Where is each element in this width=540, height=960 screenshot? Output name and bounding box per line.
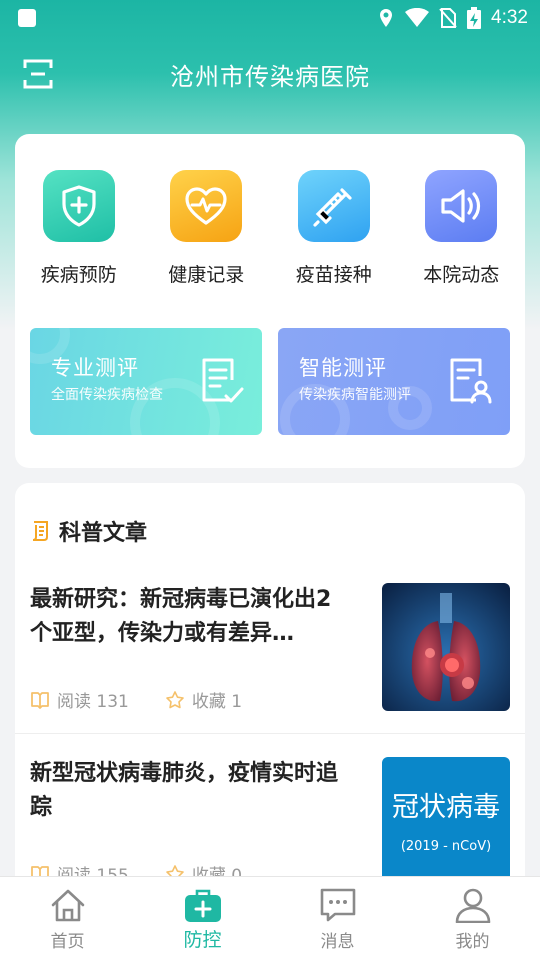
lung-virus-image bbox=[382, 583, 510, 711]
article-title: 最新研究：新冠病毒已演化出2 个亚型，传染力或有差异… bbox=[30, 587, 332, 646]
nav-label: 防控 bbox=[183, 929, 222, 951]
quick-health-records[interactable]: 健康记录 bbox=[143, 170, 271, 287]
user-report-icon bbox=[450, 358, 492, 404]
page-title: 沧州市传染病医院 bbox=[170, 62, 370, 91]
app-header: 沧州市传染病医院 bbox=[0, 48, 540, 100]
bottom-nav: 首页 防控 消息 我的 bbox=[0, 876, 540, 960]
section-title: 科普文章 bbox=[59, 521, 148, 546]
quick-actions: 疾病预防 健康记录 疫苗接种 本院动态 bbox=[15, 170, 525, 287]
nav-messages[interactable]: 消息 bbox=[270, 877, 405, 960]
quick-label: 疫苗接种 bbox=[295, 264, 372, 286]
status-bar: 4:32 bbox=[0, 0, 540, 36]
article-item[interactable]: 最新研究：新冠病毒已演化出2 个亚型，传染力或有差异… 阅读 131 收藏 1 bbox=[30, 583, 510, 733]
heart-pulse-icon bbox=[185, 187, 227, 225]
nav-profile[interactable]: 我的 bbox=[405, 877, 540, 960]
scroll-icon bbox=[32, 521, 48, 541]
wifi-icon bbox=[405, 8, 430, 27]
menu-button[interactable] bbox=[22, 58, 54, 90]
speaker-icon bbox=[441, 189, 481, 223]
divider bbox=[15, 733, 525, 734]
quick-label: 本院动态 bbox=[423, 264, 500, 286]
quick-disease-prevention[interactable]: 疾病预防 bbox=[15, 170, 143, 287]
checklist-icon bbox=[202, 358, 244, 403]
nav-label: 首页 bbox=[50, 932, 85, 952]
article-meta: 阅读 131 收藏 1 bbox=[30, 687, 278, 712]
eval-title: 智能测评 bbox=[299, 356, 387, 380]
read-count: 阅读 131 bbox=[57, 692, 129, 712]
thumb-subtitle: (2019 - nCoV) bbox=[400, 839, 492, 854]
professional-evaluation-card[interactable]: 专业测评 全面传染疾病检查 bbox=[30, 328, 262, 435]
home-icon bbox=[51, 889, 84, 922]
quick-label: 健康记录 bbox=[168, 264, 245, 286]
eval-subtitle: 全面传染疾病检查 bbox=[51, 387, 163, 403]
syringe-icon bbox=[313, 188, 352, 227]
shield-plus-icon bbox=[62, 185, 96, 227]
quick-vaccination[interactable]: 疫苗接种 bbox=[270, 170, 398, 287]
eval-subtitle: 传染疾病智能测评 bbox=[299, 387, 411, 403]
location-icon bbox=[380, 9, 393, 27]
section-header: 科普文章 bbox=[30, 515, 147, 547]
medkit-icon bbox=[184, 889, 221, 922]
quick-hospital-news[interactable]: 本院动态 bbox=[398, 170, 526, 287]
coronavirus-thumbnail: 冠状病毒 (2019 - nCoV) bbox=[382, 757, 510, 883]
no-sim-icon bbox=[439, 8, 457, 28]
message-icon bbox=[320, 888, 355, 922]
notification-icon bbox=[18, 9, 36, 27]
smart-evaluation-card[interactable]: 智能测评 传染疾病智能测评 bbox=[278, 328, 510, 435]
star-icon bbox=[166, 690, 184, 708]
article-item[interactable]: 新型冠状病毒肺炎，疫情实时追踪 阅读 155 收藏 0 冠状病毒 (2019 -… bbox=[30, 757, 510, 883]
status-time: 4:32 bbox=[491, 7, 528, 28]
eval-title: 专业测评 bbox=[51, 356, 139, 380]
menu-icon bbox=[23, 59, 53, 89]
evaluation-row: 专业测评 全面传染疾病检查 智能测评 传染疾病智能测评 bbox=[30, 328, 510, 435]
nav-prevention[interactable]: 防控 bbox=[135, 877, 270, 960]
favorite-count: 收藏 1 bbox=[191, 692, 243, 712]
book-icon bbox=[31, 691, 49, 709]
article-title: 新型冠状病毒肺炎，疫情实时追踪 bbox=[30, 761, 339, 820]
battery-charging-icon bbox=[467, 7, 482, 29]
user-icon bbox=[455, 888, 490, 923]
quick-label: 疾病预防 bbox=[40, 264, 117, 286]
thumb-title: 冠状病毒 bbox=[392, 792, 500, 823]
nav-label: 我的 bbox=[455, 932, 490, 952]
nav-label: 消息 bbox=[320, 932, 355, 952]
feature-card: 疾病预防 健康记录 疫苗接种 本院动态 专业测评 全面传染疾病检查 智能测评 传… bbox=[15, 134, 525, 468]
article-card: 科普文章 最新研究：新冠病毒已演化出2 个亚型，传染力或有差异… 阅读 131 … bbox=[15, 483, 525, 883]
nav-home[interactable]: 首页 bbox=[0, 877, 135, 960]
